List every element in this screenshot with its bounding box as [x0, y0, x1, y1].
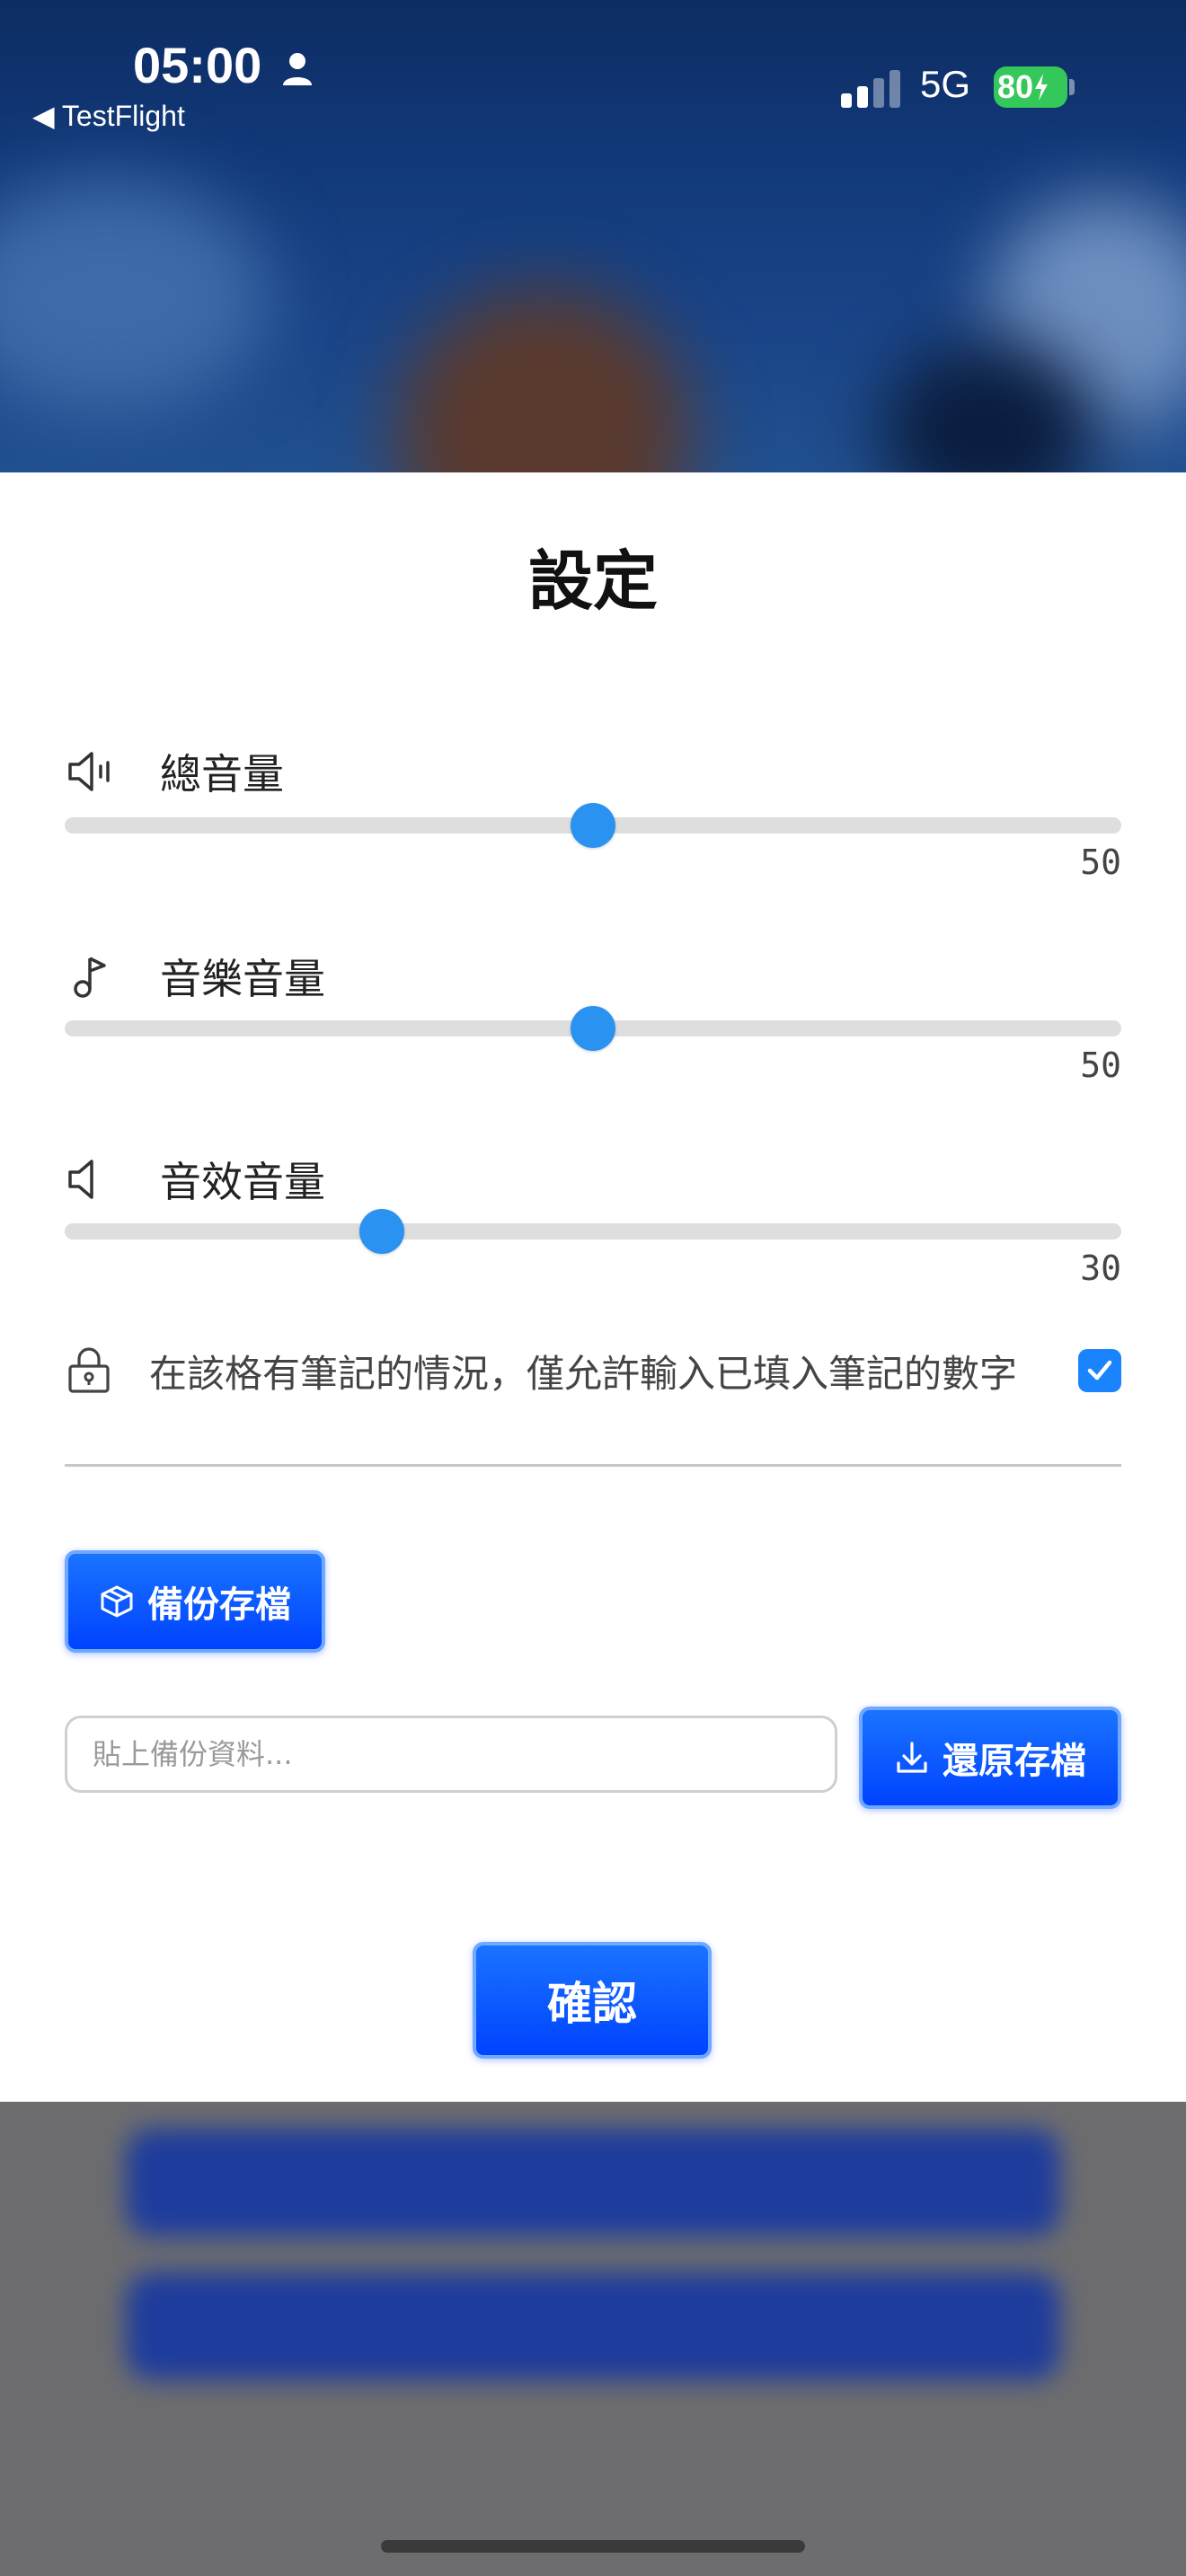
backup-button[interactable]: 備份存檔: [65, 1550, 325, 1653]
checkmark-icon: [1087, 1360, 1112, 1381]
restore-button[interactable]: 還原存檔: [859, 1707, 1121, 1809]
notes-lock-label: 在該格有筆記的情況，僅允許輸入已填入筆記的數字: [149, 1351, 1018, 1396]
master-volume-slider[interactable]: [65, 803, 1121, 848]
sfx-volume-value: 30: [1080, 1248, 1121, 1288]
music-volume-slider[interactable]: [65, 1006, 1121, 1051]
restore-button-label: 還原存檔: [943, 1741, 1086, 1782]
page-title: 設定: [527, 543, 658, 619]
settings-sheet: 設定 總音量 50 音樂音量 50 音效音量 30 在該格有筆記的情況，僅允許輸…: [0, 472, 1186, 2102]
backup-data-input[interactable]: [65, 1716, 837, 1793]
speaker-icon: [68, 1160, 93, 1199]
status-bar: 05:00 ◀ TestFlight 5G 80: [0, 0, 1186, 135]
music-volume-value: 50: [1080, 1045, 1121, 1085]
charging-bolt-icon: [1035, 74, 1049, 101]
clock: 05:00: [133, 36, 314, 94]
background-game-bottom: [0, 2102, 1186, 2576]
music-note-icon: [74, 957, 106, 998]
cellular-signal-icon: [841, 70, 900, 108]
master-volume-value: 50: [1080, 842, 1121, 882]
download-icon: [897, 1742, 927, 1773]
sfx-volume-label: 音效音量: [160, 1158, 325, 1206]
sfx-volume-thumb[interactable]: [358, 1209, 404, 1254]
music-volume-label: 音樂音量: [160, 955, 325, 1003]
confirm-button[interactable]: 確認: [473, 1942, 712, 2059]
master-volume-thumb[interactable]: [571, 803, 615, 848]
divider: [65, 1464, 1121, 1467]
notes-lock-checkbox[interactable]: [1078, 1349, 1121, 1392]
person-icon: [282, 53, 312, 86]
sfx-volume-row: 音效音量: [65, 1150, 325, 1209]
battery-indicator: 80: [994, 66, 1067, 108]
lock-icon: [68, 1347, 110, 1393]
notes-lock-row: 在該格有筆記的情況，僅允許輸入已填入筆記的數字: [65, 1335, 1121, 1407]
backup-button-label: 備份存檔: [147, 1584, 291, 1626]
master-volume-row: 總音量: [65, 742, 284, 801]
master-volume-label: 總音量: [160, 750, 284, 798]
network-type: 5G: [920, 63, 971, 105]
home-indicator: [381, 2540, 805, 2553]
speaker-volume-icon: [68, 752, 110, 791]
back-to-testflight[interactable]: ◀ TestFlight: [32, 99, 185, 133]
battery-tip: [1069, 79, 1075, 95]
music-volume-thumb[interactable]: [571, 1006, 615, 1051]
music-volume-row: 音樂音量: [65, 947, 325, 1006]
box-icon: [101, 1585, 133, 1618]
sfx-volume-slider[interactable]: [65, 1209, 1121, 1254]
confirm-button-label: 確認: [547, 1978, 637, 2030]
